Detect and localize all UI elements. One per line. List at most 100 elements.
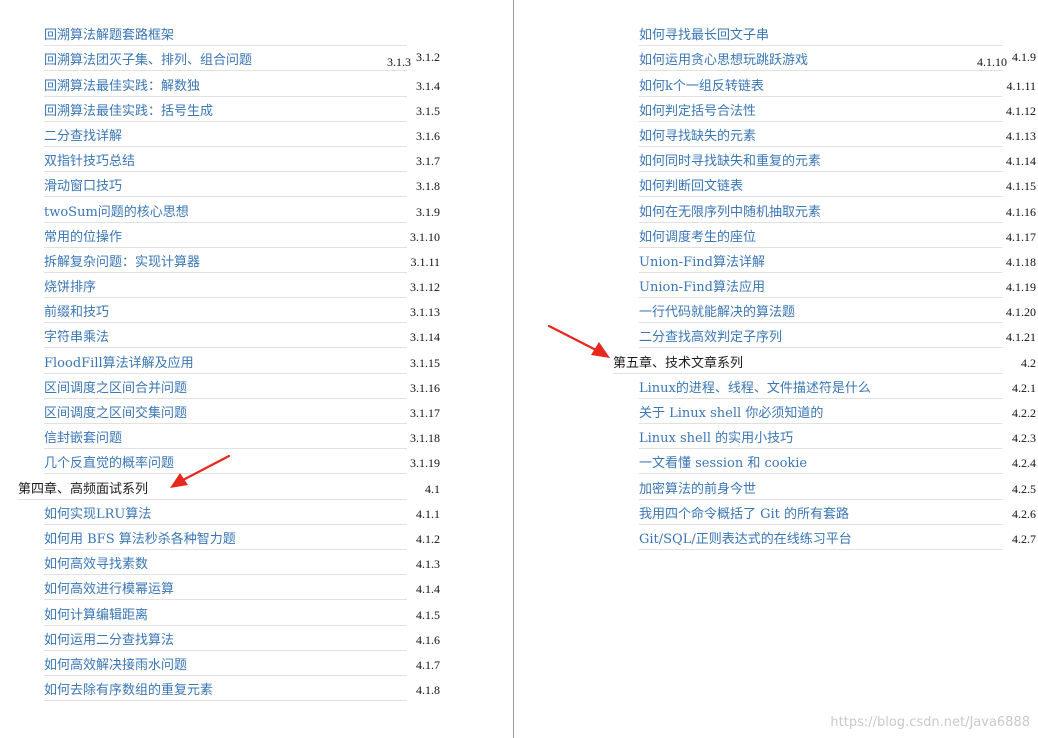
toc-entry-title[interactable]: 如何寻找缺失的元素 (639, 125, 756, 144)
toc-page-number: 4.1.1 (416, 506, 440, 521)
toc-entry[interactable]: 如何寻找缺失的元素 4.1.13 (613, 122, 1036, 147)
toc-entry[interactable]: 如何在无限序列中随机抽取元素 4.1.16 (613, 197, 1036, 223)
toc-entry[interactable]: 回溯算法团灭子集、排列、组合问题 3.1.3 3.1.2 (18, 46, 440, 72)
toc-entry-title[interactable]: FloodFill算法详解及应用 (44, 352, 194, 371)
toc-entry[interactable]: 一文看懂 session 和 cookie 4.2.4 (613, 449, 1036, 475)
toc-entry[interactable]: 如何判断回文链表 4.1.15 (613, 172, 1036, 198)
toc-page-number-b: 3.1.2 (416, 50, 440, 65)
toc-entry[interactable]: 如何高效进行模幂运算 4.1.4 (18, 575, 440, 601)
toc-entry[interactable]: 区间调度之区间交集问题 3.1.17 (18, 399, 440, 424)
toc-entry[interactable]: 如何运用贪心思想玩跳跃游戏 4.1.10 4.1.9 (613, 46, 1036, 72)
toc-entry-title[interactable]: 第五章、技术文章系列 (613, 352, 743, 371)
toc-entry-title[interactable]: 滑动窗口技巧 (44, 175, 122, 194)
toc-entry[interactable]: Linux shell 的实用小技巧 4.2.3 (613, 424, 1036, 450)
toc-entry[interactable]: 如何高效寻找素数 4.1.3 (18, 550, 440, 576)
toc-entry-title[interactable]: 双指针技巧总结 (44, 150, 135, 169)
toc-entry-title[interactable]: 如何k个一组反转链表 (639, 75, 764, 94)
toc-entry[interactable]: 信封嵌套问题 3.1.18 (18, 424, 440, 450)
toc-entry-title[interactable]: 如何判断回文链表 (639, 175, 743, 194)
toc-entry[interactable]: 如何判定括号合法性 4.1.12 (613, 97, 1036, 122)
toc-entry-title[interactable]: 几个反直觉的概率问题 (44, 452, 174, 471)
toc-entry-title[interactable]: 如何同时寻找缺失和重复的元素 (639, 150, 821, 169)
toc-entry-title[interactable]: 如何去除有序数组的重复元素 (44, 679, 213, 698)
toc-entry-title[interactable]: 如何在无限序列中随机抽取元素 (639, 201, 821, 220)
toc-chapter-heading[interactable]: 第五章、技术文章系列 4.2 (613, 348, 1036, 374)
toc-entry-title[interactable]: 二分查找详解 (44, 125, 122, 144)
toc-entry-title[interactable]: 如何调度考生的座位 (639, 226, 756, 245)
toc-entry[interactable]: 拆解复杂问题：实现计算器 3.1.11 (18, 248, 440, 273)
toc-entry-title[interactable]: 如何高效寻找素数 (44, 553, 148, 572)
toc-entry[interactable]: 如何实现LRU算法 4.1.1 (18, 500, 440, 525)
toc-entry[interactable]: 常用的位操作 3.1.10 (18, 223, 440, 248)
toc-entry[interactable]: 加密算法的前身今世 4.2.5 (613, 474, 1036, 500)
toc-entry[interactable]: 一行代码就能解决的算法题 4.1.20 (613, 298, 1036, 324)
toc-entry-title[interactable]: 一行代码就能解决的算法题 (639, 301, 795, 320)
toc-entry-title[interactable]: 前缀和技巧 (44, 301, 109, 320)
toc-entry-title[interactable]: 加密算法的前身今世 (639, 478, 756, 497)
toc-entry[interactable]: 二分查找详解 3.1.6 (18, 122, 440, 147)
toc-entry-title[interactable]: 回溯算法解题套路框架 (44, 24, 174, 43)
toc-entry-title[interactable]: Union-Find算法应用 (639, 276, 765, 295)
toc-entry[interactable]: 双指针技巧总结 3.1.7 (18, 147, 440, 173)
toc-entry-title[interactable]: twoSum问题的核心思想 (44, 201, 189, 220)
toc-entry[interactable]: 如何去除有序数组的重复元素 4.1.8 (18, 676, 440, 702)
toc-entry[interactable]: 如何调度考生的座位 4.1.17 (613, 223, 1036, 248)
toc-page-number: 3.1.15 (410, 355, 440, 370)
toc-entry-title[interactable]: 如何运用二分查找算法 (44, 629, 174, 648)
toc-entry-title[interactable]: Linux shell 的实用小技巧 (639, 427, 793, 446)
toc-entry-title[interactable]: 二分查找高效判定子序列 (639, 326, 782, 345)
toc-entry[interactable]: 区间调度之区间合并问题 3.1.16 (18, 374, 440, 399)
toc-entry-title[interactable]: 如何判定括号合法性 (639, 100, 756, 119)
toc-entry-title[interactable]: 一文看懂 session 和 cookie (639, 452, 807, 471)
toc-entry[interactable]: 字符串乘法 3.1.14 (18, 323, 440, 349)
toc-entry-title[interactable]: 如何寻找最长回文子串 (639, 24, 769, 43)
toc-entry[interactable]: 关于 Linux shell 你必须知道的 4.2.2 (613, 399, 1036, 424)
toc-entry-title[interactable]: 关于 Linux shell 你必须知道的 (639, 402, 823, 421)
toc-entry[interactable]: 前缀和技巧 3.1.13 (18, 298, 440, 324)
toc-entry[interactable]: 如何寻找最长回文子串 (613, 21, 1036, 47)
toc-page-number: 4.2.3 (1012, 431, 1036, 446)
toc-entry[interactable]: Union-Find算法详解 4.1.18 (613, 248, 1036, 273)
toc-entry[interactable]: 二分查找高效判定子序列 4.1.21 (613, 323, 1036, 349)
toc-entry-title[interactable]: 拆解复杂问题：实现计算器 (44, 251, 200, 270)
toc-entry[interactable]: 如何计算编辑距离 4.1.5 (18, 600, 440, 626)
toc-entry-title[interactable]: 区间调度之区间合并问题 (44, 377, 187, 396)
toc-entry-title[interactable]: 常用的位操作 (44, 226, 122, 245)
toc-entry-title[interactable]: 如何用 BFS 算法秒杀各种智力题 (44, 528, 236, 547)
toc-entry-title[interactable]: 信封嵌套问题 (44, 427, 122, 446)
toc-entry[interactable]: twoSum问题的核心思想 3.1.9 (18, 197, 440, 223)
toc-entry-title[interactable]: 回溯算法团灭子集、排列、组合问题 (44, 49, 252, 68)
toc-entry[interactable]: 滑动窗口技巧 3.1.8 (18, 172, 440, 198)
toc-entry[interactable]: FloodFill算法详解及应用 3.1.15 (18, 348, 440, 374)
toc-entry[interactable]: 我用四个命令概括了 Git 的所有套路 4.2.6 (613, 500, 1036, 525)
toc-entry[interactable]: 如何用 BFS 算法秒杀各种智力题 4.1.2 (18, 525, 440, 550)
toc-entry[interactable]: 如何k个一组反转链表 4.1.11 (613, 71, 1036, 97)
toc-entry[interactable]: Linux的进程、线程、文件描述符是什么 4.2.1 (613, 374, 1036, 399)
toc-entry[interactable]: 回溯算法最佳实践：括号生成 3.1.5 (18, 97, 440, 122)
toc-entry[interactable]: Git/SQL/正则表达式的在线练习平台 4.2.7 (613, 525, 1036, 550)
toc-entry-title[interactable]: Union-Find算法详解 (639, 251, 765, 270)
toc-entry-title[interactable]: 我用四个命令概括了 Git 的所有套路 (639, 503, 849, 522)
toc-entry[interactable]: 如何运用二分查找算法 4.1.6 (18, 626, 440, 651)
toc-entry[interactable]: 烧饼排序 3.1.12 (18, 273, 440, 299)
toc-entry-title[interactable]: 如何运用贪心思想玩跳跃游戏 (639, 49, 808, 68)
toc-entry-title[interactable]: 区间调度之区间交集问题 (44, 402, 187, 421)
toc-entry-title[interactable]: Linux的进程、线程、文件描述符是什么 (639, 377, 871, 396)
toc-page-number: 4.2.2 (1012, 406, 1036, 420)
toc-page-number: 3.1.14 (410, 330, 440, 345)
toc-entry[interactable]: 如何同时寻找缺失和重复的元素 4.1.14 (613, 147, 1036, 173)
toc-entry-title[interactable]: Git/SQL/正则表达式的在线练习平台 (639, 528, 852, 547)
toc-entry-title[interactable]: 如何实现LRU算法 (44, 503, 151, 522)
toc-entry[interactable]: Union-Find算法应用 4.1.19 (613, 273, 1036, 299)
toc-entry-title[interactable]: 字符串乘法 (44, 326, 109, 345)
toc-entry[interactable]: 如何高效解决接雨水问题 4.1.7 (18, 651, 440, 676)
toc-entry-title[interactable]: 如何计算编辑距离 (44, 604, 148, 623)
toc-entry[interactable]: 回溯算法最佳实践：解数独 3.1.4 (18, 71, 440, 97)
toc-entry-title[interactable]: 如何高效进行模幂运算 (44, 578, 174, 597)
toc-entry-title[interactable]: 回溯算法最佳实践：括号生成 (44, 100, 213, 119)
toc-entry[interactable]: 回溯算法解题套路框架 (18, 21, 440, 47)
toc-entry-title[interactable]: 如何高效解决接雨水问题 (44, 654, 187, 673)
toc-entry-title[interactable]: 第四章、高频面试系列 (18, 478, 148, 497)
toc-entry-title[interactable]: 烧饼排序 (44, 276, 96, 295)
toc-entry-title[interactable]: 回溯算法最佳实践：解数独 (44, 75, 200, 94)
